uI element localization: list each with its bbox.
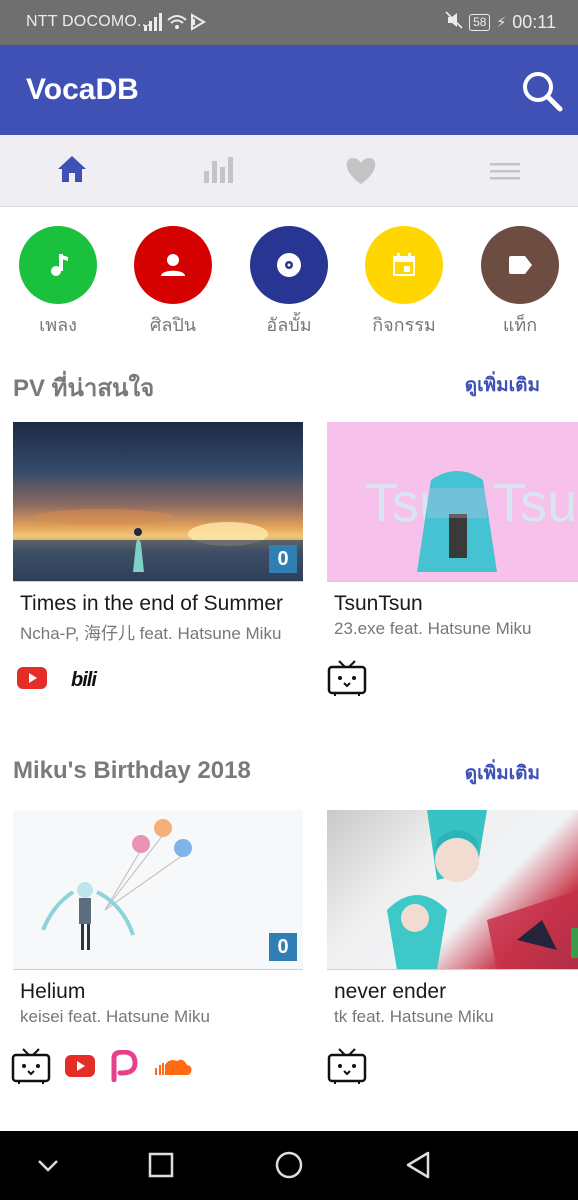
- tab-menu[interactable]: [475, 147, 535, 195]
- category-songs[interactable]: เพลง: [0, 226, 116, 339]
- menu-icon: [490, 163, 520, 180]
- back-chevron-icon[interactable]: [30, 1149, 66, 1183]
- category-label: เพลง: [39, 315, 77, 335]
- mute-icon: [445, 11, 463, 34]
- bilibili-icon[interactable]: bili: [71, 669, 97, 692]
- app-title: VocaDB: [26, 73, 139, 106]
- app-bar: VocaDB: [0, 45, 578, 135]
- niconico-icon[interactable]: [327, 1047, 367, 1090]
- niconico-icon[interactable]: [11, 1047, 51, 1090]
- system-nav-bar: [0, 1131, 578, 1200]
- rating-badge: 0: [269, 933, 297, 961]
- category-tags[interactable]: แท็ก: [462, 226, 578, 339]
- service-row: [327, 1046, 367, 1090]
- heart-icon: [346, 158, 376, 184]
- service-row: [11, 1046, 193, 1090]
- song-thumbnail: Tsun Tsun: [327, 422, 578, 582]
- soundcloud-icon[interactable]: [153, 1055, 193, 1082]
- song-thumbnail: 0: [13, 810, 303, 970]
- tab-home[interactable]: [42, 147, 102, 195]
- category-label: แท็ก: [502, 315, 538, 335]
- service-row: bili: [17, 658, 97, 702]
- piapro-icon[interactable]: [109, 1048, 139, 1087]
- song-artist: 23.exe feat. Hatsune Miku: [334, 619, 532, 638]
- triangle-back-icon[interactable]: [400, 1149, 436, 1183]
- rating-badge: 0: [269, 545, 297, 573]
- song-card[interactable]: Tsun Tsun TsunTsun 23.exe feat. Hatsune …: [327, 422, 578, 712]
- category-artists-circle: [134, 226, 212, 304]
- service-row: [327, 658, 367, 702]
- song-title: never ender: [334, 980, 447, 1003]
- song-thumbnail: 0: [13, 422, 303, 582]
- tab-bar: [0, 135, 578, 207]
- signal-wifi-icon: [144, 12, 208, 37]
- category-events-circle: [365, 226, 443, 304]
- battery-level: 58: [469, 14, 491, 31]
- calendar-icon: [393, 253, 415, 276]
- section-title: Miku's Birthday 2018: [13, 757, 251, 784]
- clock: 00:11: [512, 12, 556, 32]
- person-icon: [161, 254, 185, 276]
- see-more-link[interactable]: ดูเพิ่มเติม: [465, 370, 540, 400]
- square-icon[interactable]: [143, 1149, 179, 1183]
- song-title: Helium: [20, 980, 86, 1003]
- carrier-label: NTT DOCOMO...: [26, 13, 151, 30]
- search-icon[interactable]: [518, 67, 566, 115]
- category-albums[interactable]: อัลบั้ม: [231, 226, 347, 339]
- song-card[interactable]: never ender tk feat. Hatsune Miku: [327, 810, 578, 1100]
- category-albums-circle: [250, 226, 328, 304]
- disc-icon: [277, 253, 301, 277]
- song-artist: tk feat. Hatsune Miku: [334, 1007, 494, 1026]
- category-tags-circle: [481, 226, 559, 304]
- song-title: TsunTsun: [334, 592, 423, 615]
- niconico-icon[interactable]: [327, 659, 367, 702]
- category-label: อัลบั้ม: [266, 315, 312, 335]
- song-artist: Ncha-P, 海仔儿 feat. Hatsune Miku: [20, 624, 282, 643]
- category-label: ศิลปิน: [149, 315, 197, 335]
- category-events[interactable]: กิจกรรม: [346, 226, 462, 339]
- tag-icon: [509, 256, 532, 274]
- category-row: เพลง ศิลปิน อัลบั้ม กิจกรรม แท็ก: [0, 226, 578, 336]
- section-title: PV ที่น่าสนใจ: [13, 375, 155, 402]
- charging-icon: ⚡: [496, 14, 507, 30]
- category-songs-circle: [19, 226, 97, 304]
- home-icon: [58, 156, 86, 182]
- category-label: กิจกรรม: [372, 315, 436, 335]
- tab-favorites[interactable]: [331, 147, 391, 195]
- status-right: 58 ⚡ 00:11: [445, 11, 556, 34]
- tab-charts[interactable]: [186, 147, 246, 195]
- youtube-icon[interactable]: [65, 1054, 95, 1082]
- song-thumbnail: [327, 810, 578, 970]
- category-artists[interactable]: ศิลปิน: [115, 226, 231, 339]
- bar-chart-icon: [204, 157, 233, 183]
- circle-icon[interactable]: [271, 1149, 307, 1183]
- youtube-icon[interactable]: [17, 666, 47, 694]
- song-artist: keisei feat. Hatsune Miku: [20, 1007, 210, 1026]
- song-card[interactable]: 0 Helium keisei feat. Hatsune Miku: [11, 810, 303, 1100]
- song-title: Times in the end of Summer: [20, 592, 283, 615]
- see-more-link[interactable]: ดูเพิ่มเติม: [465, 758, 540, 788]
- status-bar: NTT DOCOMO... 58 ⚡ 00:11: [0, 0, 578, 45]
- song-card[interactable]: 0 Times in the end of Summer Ncha-P, 海仔儿…: [13, 422, 303, 712]
- music-note-icon: [51, 254, 68, 276]
